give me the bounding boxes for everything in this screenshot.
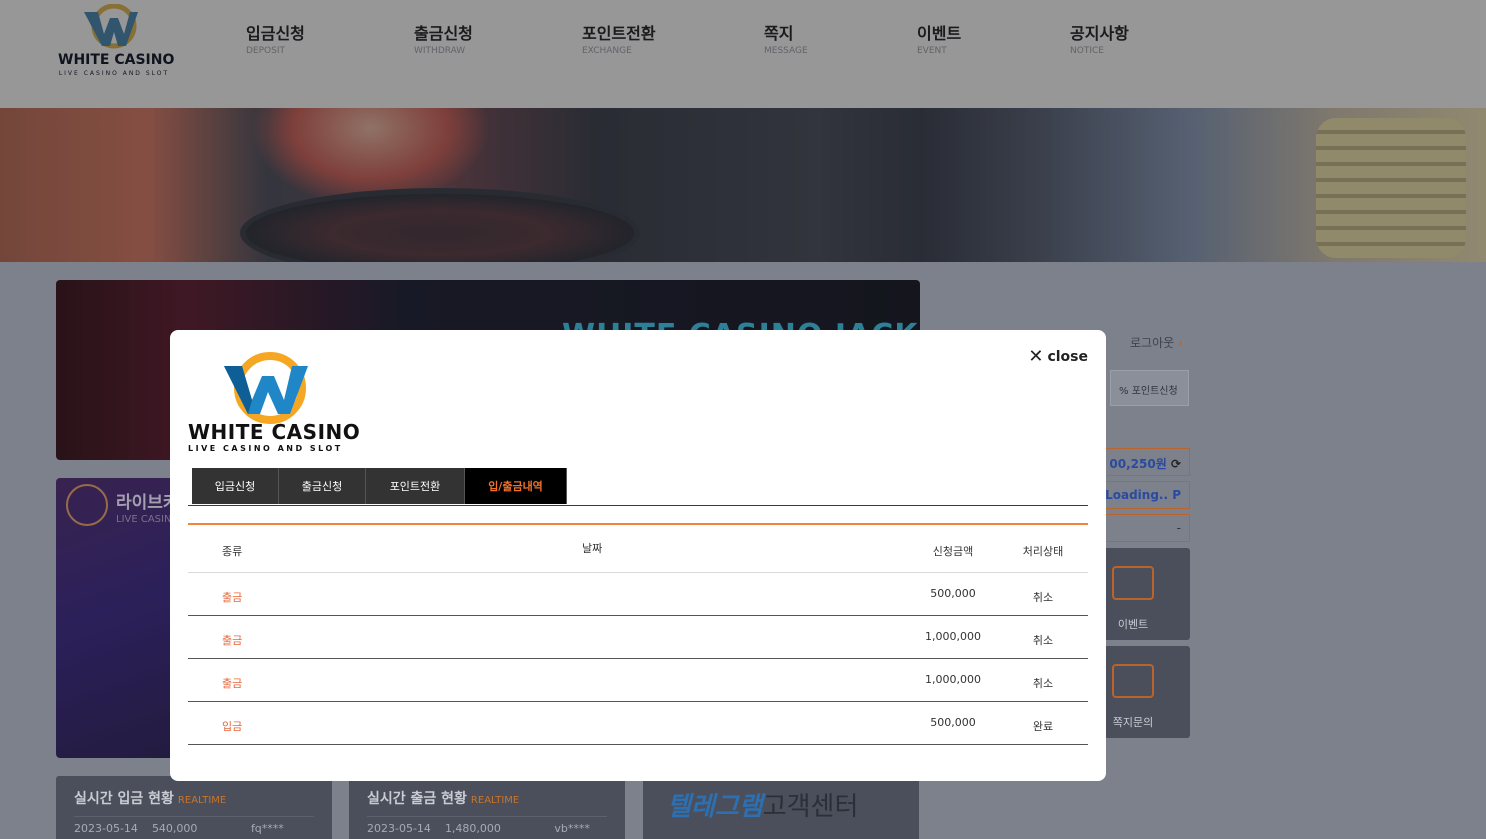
telegram-support-card[interactable]: 텔레그램고객센터 (643, 776, 919, 839)
table-header: 종류 날짜 신청금액 처리상태 (188, 525, 1088, 573)
logo-name: WHITE CASINO (58, 52, 175, 68)
point-display: Loading.. P (1104, 481, 1190, 509)
tab-deposit[interactable]: 입금신청 (192, 468, 279, 504)
tab-withdraw[interactable]: 출금신청 (279, 468, 366, 504)
point-request-button[interactable]: % 포인트신청 (1110, 370, 1189, 406)
rt-withdraw-tag: REALTIME (470, 795, 520, 806)
rt-deposit-tag: REALTIME (177, 795, 227, 806)
chevron-right-icon: › (1178, 336, 1183, 350)
header-type: 종류 (222, 545, 243, 558)
modal-logo-name: WHITE CASINO (188, 420, 361, 444)
table-row: 출금 1,000,000 취소 (188, 616, 1088, 659)
row-type: 출금 (222, 677, 243, 690)
nav-deposit-sub: DEPOSIT (246, 46, 285, 56)
header-status: 처리상태 (1022, 545, 1064, 558)
hero-banner (0, 108, 1486, 262)
tab-point-exchange[interactable]: 포인트전환 (366, 468, 465, 504)
chat-monitor-icon (1112, 566, 1154, 600)
row-type: 입금 (222, 720, 243, 733)
nav-withdraw-label: 출금신청 (414, 24, 473, 43)
table-row: 2023-05-14 540,000 fq**** (74, 822, 284, 835)
row-amount: 500,000 (930, 716, 976, 729)
telegram-label: 텔레그램 (667, 792, 763, 822)
row-type: 출금 (222, 591, 243, 604)
table-row: 출금 1,000,000 취소 (188, 659, 1088, 702)
row-amount: 1,000,000 (925, 630, 981, 643)
nav-notice-sub: NOTICE (1070, 46, 1104, 56)
history-table: 종류 날짜 신청금액 처리상태 출금 500,000 취소 출금 1,000,0… (188, 525, 1088, 745)
rt-withdraw-title: 실시간 출금 현황 (367, 791, 467, 807)
realtime-deposit-card: 실시간 입금 현황 REALTIME 2023-05-14 540,000 fq*… (56, 776, 332, 839)
table-row: 입금 500,000 완료 (188, 702, 1088, 745)
nav-event[interactable]: 이벤트 EVENT (917, 20, 961, 56)
realtime-withdraw-card: 실시간 출금 현황 REALTIME 2023-05-14 1,480,000 v… (349, 776, 625, 839)
support-label: 고객센터 (762, 792, 859, 822)
nav-message-sub: MESSAGE (764, 46, 808, 56)
row-type: 출금 (222, 634, 243, 647)
live-casino-sub: LIVE CASIN (116, 514, 172, 525)
site-header: WHITE CASINO LIVE CASINO AND SLOT 입금신청 D… (0, 0, 1486, 108)
message-inquiry-tile[interactable]: 쪽지문의 (1104, 646, 1190, 738)
nav-message[interactable]: 쪽지 MESSAGE (764, 20, 808, 56)
nav-notice-label: 공지사항 (1070, 24, 1129, 43)
nav-message-label: 쪽지 (764, 24, 794, 43)
row-status: 취소 (1032, 591, 1054, 604)
nav-withdraw-sub: WITHDRAW (414, 46, 466, 56)
refresh-icon[interactable]: ⟳ (1167, 457, 1181, 471)
header-amount: 신청금액 (932, 545, 974, 558)
nav-exchange-sub: EXCHANGE (582, 46, 632, 56)
nav-notice[interactable]: 공지사항 NOTICE (1070, 20, 1129, 56)
nav-withdraw[interactable]: 출금신청 WITHDRAW (414, 20, 473, 56)
modal-logo: WHITE CASINO LIVE CASINO AND SLOT (188, 348, 361, 458)
close-icon: ✕ (1028, 346, 1044, 367)
close-label: close (1047, 349, 1088, 365)
balance-display: 00,250원 ⟳ (1104, 448, 1190, 476)
nav-event-sub: EVENT (917, 46, 947, 56)
modal-logo-subtitle: LIVE CASINO AND SLOT (188, 444, 343, 453)
row-status: 취소 (1032, 634, 1054, 647)
document-edit-icon (1112, 664, 1154, 698)
row-amount: 500,000 (930, 587, 976, 600)
event-tile-label: 이벤트 (1117, 618, 1149, 631)
modal-tabs: 입금신청 출금신청 포인트전환 입/출금내역 (192, 468, 567, 504)
extra-display: - (1104, 514, 1190, 542)
nav-deposit[interactable]: 입금신청 DEPOSIT (246, 20, 305, 56)
logout-link[interactable]: 로그아웃 › (1130, 334, 1183, 351)
message-tile-label: 쪽지문의 (1112, 716, 1154, 729)
nav-deposit-label: 입금신청 (246, 24, 305, 43)
tab-history[interactable]: 입/출금내역 (465, 468, 567, 504)
logo-mark-icon (224, 352, 308, 424)
row-amount: 1,000,000 (925, 673, 981, 686)
transaction-history-modal: ✕ close WHITE CASINO LIVE CASINO AND SLO… (170, 330, 1106, 781)
event-tile[interactable]: 이벤트 (1104, 548, 1190, 640)
nav-event-label: 이벤트 (917, 24, 962, 43)
percent-icon: % (1119, 386, 1129, 397)
table-row: 2023-05-14 1,480,000 vb**** (367, 822, 590, 835)
logo-subtitle: LIVE CASINO AND SLOT (58, 70, 170, 77)
site-logo[interactable]: WHITE CASINO LIVE CASINO AND SLOT (58, 4, 175, 80)
row-status: 취소 (1032, 677, 1054, 690)
nav-exchange-label: 포인트전환 (582, 24, 656, 43)
header-date: 날짜 (582, 542, 603, 555)
close-button[interactable]: ✕ close (1028, 348, 1088, 366)
logo-mark-icon (84, 4, 138, 49)
casino-chip-icon (66, 484, 108, 526)
table-row: 출금 500,000 취소 (188, 573, 1088, 616)
row-status: 완료 (1032, 720, 1054, 733)
rt-deposit-title: 실시간 입금 현황 (74, 791, 174, 807)
nav-exchange[interactable]: 포인트전환 EXCHANGE (582, 20, 656, 56)
